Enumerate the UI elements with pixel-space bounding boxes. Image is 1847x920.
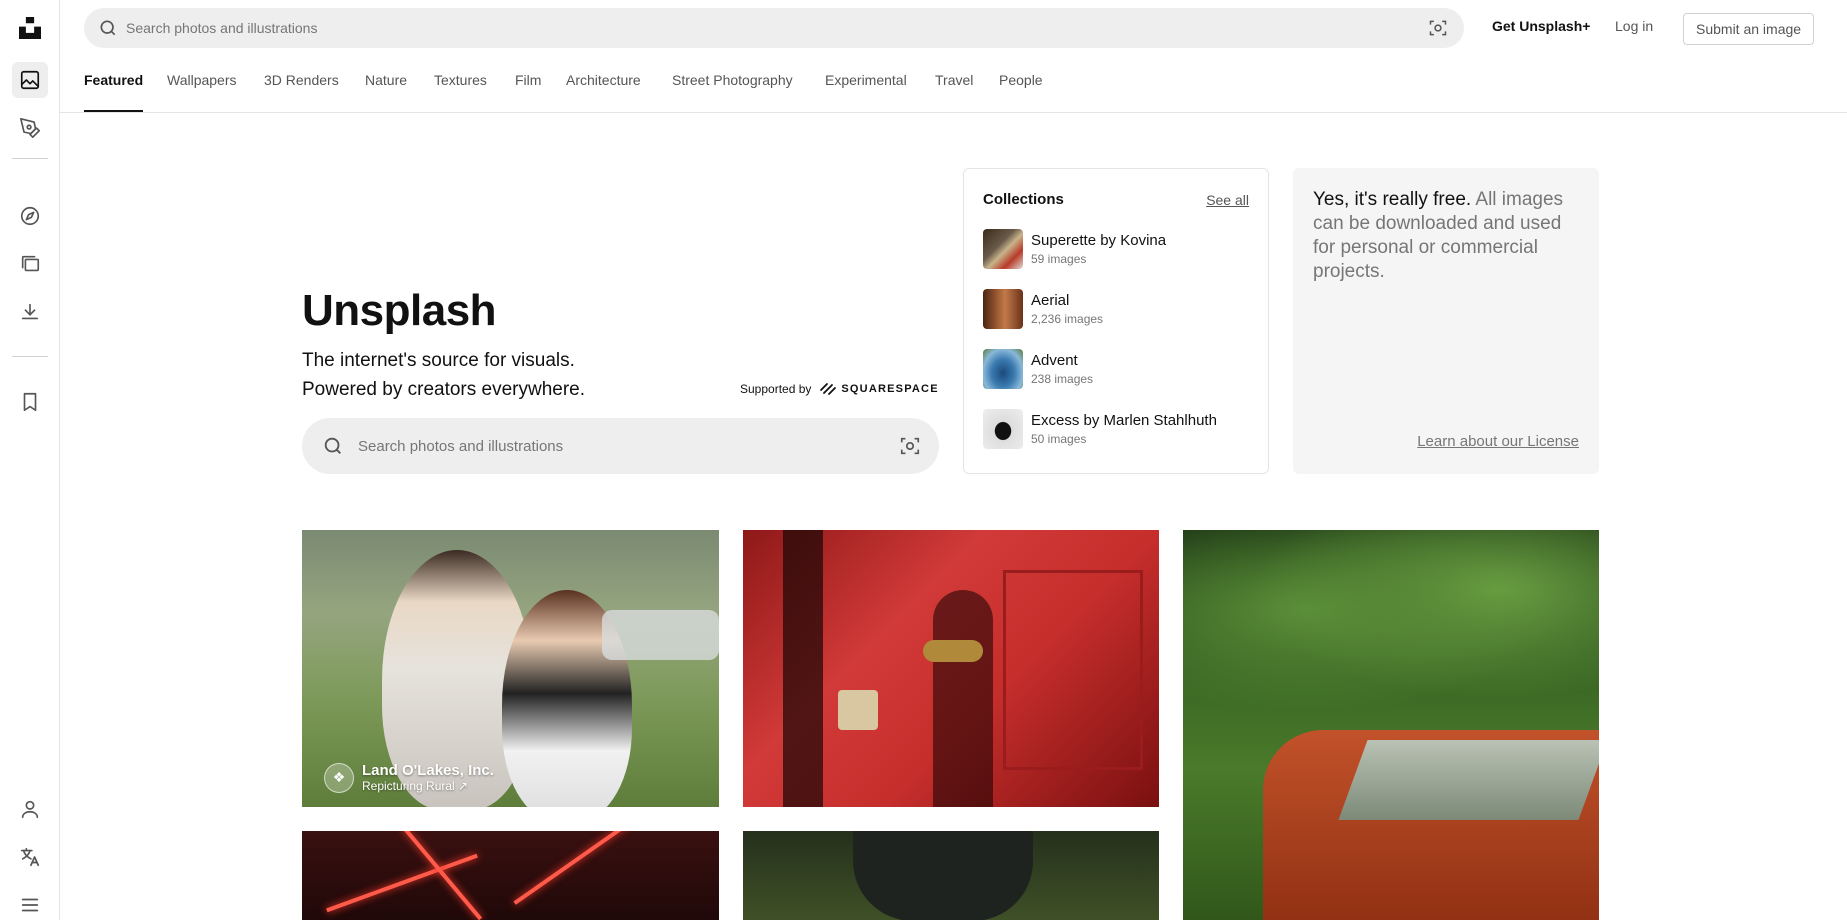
visual-search-icon[interactable]: [899, 435, 921, 457]
bookmark-icon[interactable]: [12, 384, 48, 420]
photo-tile[interactable]: [743, 831, 1159, 920]
collection-name: Superette by Kovina: [1031, 232, 1167, 249]
rail-divider: [12, 356, 48, 357]
photos-icon[interactable]: [12, 62, 48, 98]
photo-tile[interactable]: [1183, 530, 1599, 920]
collection-count: 59 images: [1031, 252, 1087, 266]
photo-background-car: [602, 610, 719, 660]
hero-subtitle: The internet's source for visuals. Power…: [302, 346, 585, 404]
collection-count: 2,236 images: [1031, 312, 1104, 326]
collection-name: Excess by Marlen Stahlhuth: [1031, 412, 1217, 429]
downloads-icon[interactable]: [12, 294, 48, 330]
tab-nature[interactable]: Nature: [365, 72, 407, 112]
collection-count: 50 images: [1031, 432, 1087, 446]
sponsor-name: SQUARESPACE: [841, 383, 939, 395]
collection-count: 238 images: [1031, 372, 1094, 386]
door-panel: [783, 530, 823, 807]
collection-name: Advent: [1031, 352, 1078, 369]
explore-icon[interactable]: [12, 198, 48, 234]
squarespace-logo-icon: [820, 383, 837, 395]
hero-search-input[interactable]: [358, 437, 899, 455]
collection-name: Aerial: [1031, 292, 1070, 309]
visual-search-icon[interactable]: [1428, 18, 1448, 38]
door-lock: [838, 690, 878, 730]
top-header: Get Unsplash+ Log in Submit an image: [60, 0, 1847, 56]
collection-thumbnail: [983, 349, 1023, 389]
photo-sponsor-tag: Repicturing Rural ↗: [362, 779, 469, 793]
neon-line: [326, 853, 478, 913]
photo-subject: [853, 831, 1033, 920]
tab-travel[interactable]: Travel: [935, 72, 973, 112]
tab-wallpapers[interactable]: Wallpapers: [167, 72, 237, 112]
supported-by-label: Supported by: [740, 382, 812, 396]
photo-attribution[interactable]: ❖ Land O'Lakes, Inc. Repicturing Rural ↗: [324, 762, 494, 793]
search-icon[interactable]: [98, 18, 118, 38]
hand-shadow: [933, 590, 993, 807]
collection-item[interactable]: Superette by Kovina 59 images: [983, 228, 1253, 270]
illustrations-icon[interactable]: [12, 110, 48, 146]
collection-thumbnail: [983, 409, 1023, 449]
get-unsplash-plus-link[interactable]: Get Unsplash+: [1492, 18, 1590, 34]
search-icon[interactable]: [322, 435, 344, 457]
tab-featured[interactable]: Featured: [84, 72, 144, 112]
collections-card: Collections See all Superette by Kovina …: [963, 168, 1269, 474]
photo-car-window: [1338, 740, 1599, 820]
photo-foliage: [1183, 530, 1599, 730]
promo-strong-text: Yes, it's really free.: [1313, 189, 1472, 210]
rail-divider: [12, 158, 48, 159]
hero-search-bar[interactable]: [302, 418, 939, 474]
hero-subtitle-line: The internet's source for visuals.: [302, 350, 575, 371]
login-link[interactable]: Log in: [1615, 18, 1653, 34]
photo-tile[interactable]: [302, 831, 719, 920]
language-icon[interactable]: [12, 839, 48, 875]
door-panel: [1003, 570, 1143, 770]
top-search-input[interactable]: [126, 20, 1428, 36]
hero-subtitle-line: Powered by creators everywhere.: [302, 379, 586, 400]
license-promo-text: Yes, it's really free. All images can be…: [1313, 188, 1579, 284]
squarespace-logo[interactable]: SQUARESPACE: [819, 382, 938, 396]
sponsor-avatar-icon: ❖: [324, 762, 354, 793]
photo-sponsor-name: Land O'Lakes, Inc.: [362, 762, 494, 779]
license-promo-card: Yes, it's really free. All images can be…: [1293, 168, 1599, 474]
tab-architecture[interactable]: Architecture: [566, 72, 641, 112]
left-sidebar: [0, 0, 60, 920]
collection-thumbnail: [983, 229, 1023, 269]
door-knob: [923, 640, 983, 662]
page-title: Unsplash: [302, 286, 497, 335]
collection-item[interactable]: Advent 238 images: [983, 348, 1253, 390]
photo-tile[interactable]: ❖ Land O'Lakes, Inc. Repicturing Rural ↗: [302, 530, 719, 807]
tab-3d-renders[interactable]: 3D Renders: [264, 72, 339, 112]
collection-item[interactable]: Excess by Marlen Stahlhuth 50 images: [983, 408, 1253, 450]
tab-film[interactable]: Film: [515, 72, 541, 112]
neon-line: [513, 831, 631, 905]
collection-item[interactable]: Aerial 2,236 images: [983, 288, 1253, 330]
tab-experimental[interactable]: Experimental: [825, 72, 907, 112]
collections-heading: Collections: [983, 191, 1064, 208]
tab-street-photography[interactable]: Street Photography: [672, 72, 793, 112]
submit-image-button[interactable]: Submit an image: [1683, 13, 1815, 45]
sponsor-credit[interactable]: Supported by SQUARESPACE: [740, 382, 939, 396]
topic-tabs: Featured Wallpapers 3D Renders Nature Te…: [60, 56, 1847, 113]
photo-tile[interactable]: [743, 530, 1159, 807]
license-link[interactable]: Learn about our License: [1417, 433, 1579, 450]
see-all-link[interactable]: See all: [1206, 192, 1249, 208]
unsplash-logo-icon[interactable]: [12, 10, 48, 46]
collection-thumbnail: [983, 289, 1023, 329]
tab-people[interactable]: People: [999, 72, 1043, 112]
tab-textures[interactable]: Textures: [434, 72, 487, 112]
menu-icon[interactable]: [12, 887, 48, 920]
account-icon[interactable]: [12, 791, 48, 827]
top-search-bar[interactable]: [84, 8, 1464, 48]
collections-icon[interactable]: [12, 246, 48, 282]
